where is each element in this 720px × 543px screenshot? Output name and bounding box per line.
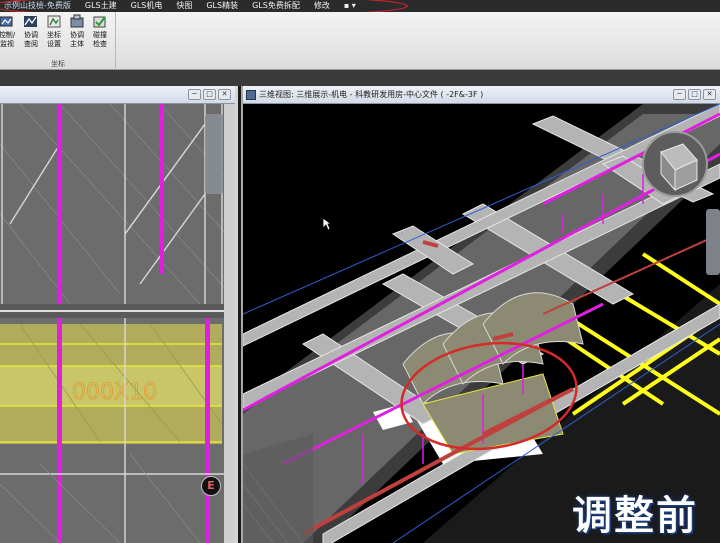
ribbon-bottom-strip (0, 70, 720, 86)
mouse-cursor-icon (322, 217, 332, 231)
restore-button[interactable]: □ (688, 89, 701, 100)
plan-view-canvas[interactable]: 000X10 (0, 104, 235, 543)
tab-gls-civil[interactable]: GLS土建 (78, 0, 124, 12)
coordinate-review-label: 协调 查阅 (24, 31, 38, 48)
coordinate-review-icon (24, 16, 37, 27)
collision-check-icon (93, 16, 106, 28)
restore-button[interactable]: □ (203, 89, 216, 100)
3d-view-window[interactable]: 三维视图: 三维展示-机电 - 科教研发用房-中心文件 ( -2F&-3F ) … (241, 86, 720, 543)
minimize-button[interactable]: ─ (673, 89, 686, 100)
3d-view-window-controls: ─ □ ✕ (673, 89, 716, 100)
3d-view-titlebar: 三维视图: 三维展示-机电 - 科教研发用房-中心文件 ( -2F&-3F ) … (243, 86, 720, 104)
close-button[interactable]: ✕ (218, 89, 231, 100)
coordinate-host-button[interactable]: 协调 主体 (66, 14, 88, 49)
coordinate-host-icon (70, 14, 84, 28)
plan-view-window[interactable]: ─ □ ✕ 000X10 E (0, 86, 238, 543)
tab-gls-finishing[interactable]: GLS精装 (199, 0, 245, 12)
coordinate-settings-button[interactable]: 坐标 设置 (43, 14, 65, 49)
viewcube[interactable] (642, 131, 708, 197)
ribbon-group-label: 坐标 (51, 60, 65, 68)
3d-model-canvas[interactable] (243, 104, 720, 543)
3d-view-title: 三维视图: 三维展示-机电 - 科教研发用房-中心文件 ( -2F&-3F ) (259, 90, 484, 99)
coordinate-review-button[interactable]: 协调 查阅 (20, 14, 42, 49)
before-adjustment-caption: 调整前 (572, 493, 698, 540)
close-button[interactable]: ✕ (703, 89, 716, 100)
plan-view-titlebar: ─ □ ✕ (0, 86, 235, 104)
coordinate-settings-icon (47, 15, 61, 28)
revit-application-window: 示例山技檢-免费版 GLS土建 GLS机电 快图 GLS精装 GLS免费拆配 修… (0, 0, 720, 543)
tab-gls-mep[interactable]: GLS机电 (124, 0, 170, 12)
tab-quick-drawing[interactable]: 快图 (169, 0, 199, 12)
monitor-button[interactable]: 控制/ 监视 (0, 14, 18, 49)
navigation-bar[interactable] (205, 114, 223, 194)
coordinate-settings-label: 坐标 设置 (47, 31, 61, 48)
plan-view-window-controls: ─ □ ✕ (188, 89, 231, 100)
tab-overflow-dropdown[interactable]: ▪ ▾ (337, 0, 363, 12)
navigation-bar[interactable] (706, 209, 720, 275)
ribbon-group-coordinates: 控制/ 监视 协调 查阅 坐标 设置 协调 主体 碰撞 检查 坐标 (0, 12, 116, 70)
tab-gls-free-detach[interactable]: GLS免费拆配 (245, 0, 307, 12)
ribbon-tab-bar: 示例山技檢-免费版 GLS土建 GLS机电 快图 GLS精装 GLS免费拆配 修… (0, 0, 720, 12)
elevation-marker[interactable]: E (201, 476, 221, 496)
collision-check-label: 碰撞 检查 (93, 31, 107, 48)
tab-plugin-free[interactable]: 示例山技檢-免费版 (0, 0, 78, 12)
collision-check-button[interactable]: 碰撞 检查 (89, 14, 111, 49)
monitor-button-label: 控制/ 监视 (0, 31, 16, 48)
plan-annotation-text: 000X10 (72, 380, 157, 405)
tab-modify[interactable]: 修改 (307, 0, 337, 12)
document-icon (246, 90, 256, 100)
coordinate-host-label: 协调 主体 (70, 31, 84, 48)
minimize-button[interactable]: ─ (188, 89, 201, 100)
monitor-icon (0, 16, 13, 27)
plan-view-scrollbar[interactable] (224, 104, 235, 543)
ribbon-panel: 控制/ 监视 协调 查阅 坐标 设置 协调 主体 碰撞 检查 坐标 (0, 12, 720, 70)
